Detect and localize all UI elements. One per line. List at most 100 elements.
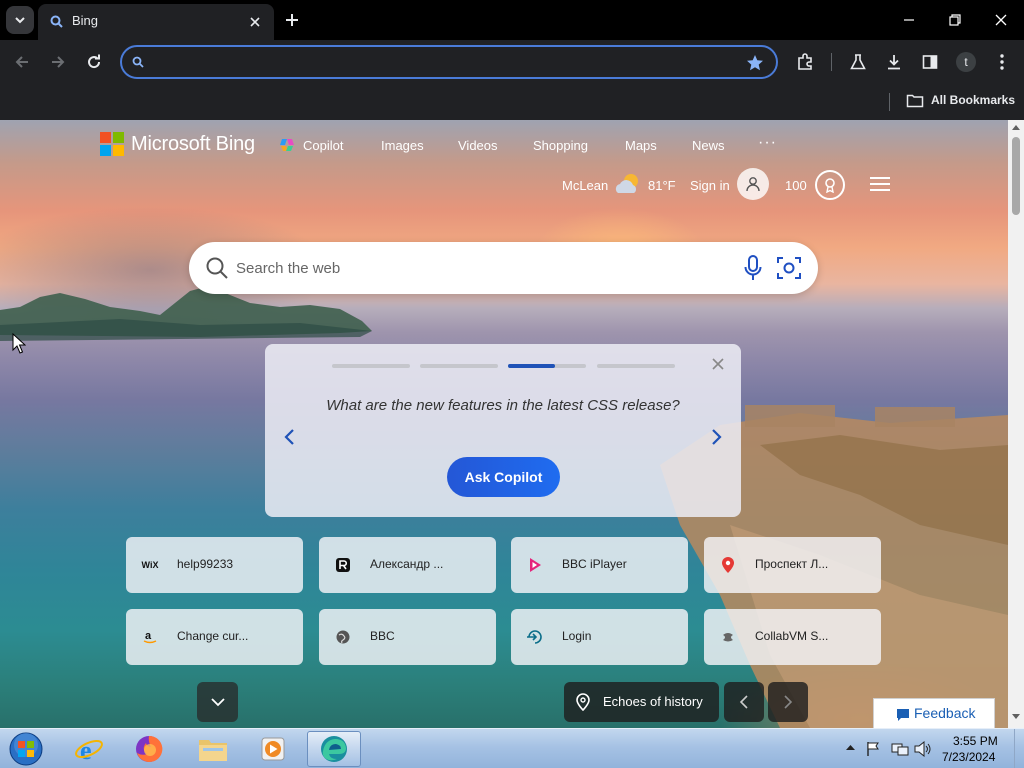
start-button[interactable] <box>6 730 46 768</box>
next-image-button[interactable] <box>768 682 808 722</box>
nav-copilot[interactable]: Copilot <box>303 138 343 153</box>
feedback-button[interactable]: Feedback <box>873 698 995 728</box>
wix-icon: WiX <box>141 560 159 570</box>
close-window-button[interactable] <box>978 0 1024 40</box>
quick-link-label: CollabVM S... <box>755 629 829 643</box>
hamburger-menu-icon[interactable] <box>869 176 891 192</box>
side-panel-button[interactable] <box>916 48 944 76</box>
taskbar-internet-explorer[interactable]: e <box>62 731 116 767</box>
clock-time[interactable]: 3:55 PM <box>953 734 998 748</box>
microsoft-logo-icon[interactable] <box>100 132 124 156</box>
minimize-icon <box>904 19 914 21</box>
downloads-button[interactable] <box>880 48 908 76</box>
taskbar-media-player[interactable] <box>246 731 300 767</box>
nav-shopping[interactable]: Shopping <box>533 138 588 153</box>
quick-link-tile[interactable]: Login <box>511 609 688 665</box>
nav-news[interactable]: News <box>692 138 725 153</box>
sign-in-link[interactable]: Sign in <box>690 178 730 193</box>
carousel-indicator[interactable] <box>597 364 675 368</box>
weather-temperature[interactable]: 81°F <box>648 178 676 193</box>
volume-icon[interactable] <box>914 741 932 757</box>
chevron-down-icon <box>15 17 25 24</box>
search-icon <box>132 56 144 68</box>
nav-videos[interactable]: Videos <box>458 138 498 153</box>
carousel-indicator[interactable] <box>420 364 498 368</box>
ask-copilot-button[interactable]: Ask Copilot <box>447 457 560 497</box>
svg-text:e: e <box>80 736 92 764</box>
chevron-right-icon <box>784 695 793 709</box>
search-input[interactable] <box>236 250 716 286</box>
browser-tab[interactable]: Bing <box>38 4 274 40</box>
taskbar-file-explorer[interactable] <box>186 731 240 767</box>
nav-more-button[interactable]: ··· <box>758 134 777 152</box>
quick-link-tile[interactable]: Проспект Л... <box>704 537 881 593</box>
taskbar-firefox[interactable] <box>122 731 176 767</box>
chevron-left-icon[interactable] <box>283 428 297 446</box>
image-info-button[interactable]: Echoes of history <box>564 682 719 722</box>
partly-cloudy-icon[interactable] <box>614 171 642 197</box>
clock-date[interactable]: 7/23/2024 <box>942 750 995 764</box>
puzzle-icon <box>798 53 812 70</box>
star-icon[interactable] <box>746 54 764 72</box>
show-hidden-icons-icon[interactable] <box>846 744 855 750</box>
quick-link-tile[interactable]: BBC iPlayer <box>511 537 688 593</box>
menu-button[interactable] <box>988 48 1016 76</box>
scroll-down-icon[interactable] <box>1012 714 1020 720</box>
feedback-label: Feedback <box>914 705 976 721</box>
page-scrollbar[interactable] <box>1008 120 1024 728</box>
carousel-prompt[interactable]: What are the new features in the latest … <box>325 394 681 418</box>
back-button[interactable] <box>8 48 36 76</box>
toolbar-divider <box>831 53 832 71</box>
taskbar-edge[interactable] <box>307 731 361 767</box>
minimize-button[interactable] <box>886 0 932 40</box>
rewards-points[interactable]: 100 <box>785 178 807 193</box>
previous-image-button[interactable] <box>724 682 764 722</box>
nav-images[interactable]: Images <box>381 138 424 153</box>
labs-button[interactable] <box>844 48 872 76</box>
expand-feed-button[interactable] <box>197 682 238 722</box>
visual-search-icon[interactable] <box>776 255 802 281</box>
tab-close-button[interactable] <box>246 13 264 31</box>
carousel-indicator-active[interactable] <box>508 364 586 368</box>
collabvm-icon <box>718 627 738 647</box>
restore-button[interactable] <box>932 0 978 40</box>
bing-brand[interactable]: Microsoft Bing <box>131 133 255 156</box>
chevron-right-icon[interactable] <box>709 428 723 446</box>
bbc-iplayer-icon <box>525 555 545 575</box>
image-caption: Echoes of history <box>603 694 703 709</box>
quick-link-tile[interactable]: BBC <box>319 609 496 665</box>
extensions-button[interactable] <box>791 48 819 76</box>
tab-search-button[interactable] <box>6 6 34 34</box>
all-bookmarks-link[interactable]: All Bookmarks <box>931 93 1015 107</box>
firefox-icon <box>136 735 163 762</box>
new-tab-button[interactable] <box>281 9 303 31</box>
quick-link-tile[interactable]: a Change cur... <box>126 609 303 665</box>
location-pin-icon <box>576 693 590 711</box>
carousel-indicator[interactable] <box>332 364 410 368</box>
quick-link-label: Change cur... <box>177 629 249 643</box>
bing-homepage: Microsoft Bing Copilot Images Videos Sho… <box>0 120 1008 728</box>
microphone-icon[interactable] <box>744 255 762 281</box>
scrollbar-thumb[interactable] <box>1012 137 1020 215</box>
r-app-icon <box>333 555 353 575</box>
internet-explorer-icon: e <box>75 736 103 764</box>
nav-maps[interactable]: Maps <box>625 138 657 153</box>
show-desktop-button[interactable] <box>1014 729 1024 768</box>
forward-button[interactable] <box>44 48 72 76</box>
edge-icon <box>321 736 347 762</box>
reload-button[interactable] <box>80 48 108 76</box>
address-bar[interactable] <box>120 45 778 79</box>
close-icon[interactable] <box>711 357 725 371</box>
action-center-flag-icon[interactable] <box>866 741 880 757</box>
weather-location[interactable]: McLean <box>562 178 608 193</box>
trophy-icon <box>825 178 835 193</box>
account-avatar[interactable] <box>737 168 769 200</box>
rewards-button[interactable] <box>815 170 845 200</box>
scroll-up-icon[interactable] <box>1012 124 1020 130</box>
bookmarks-divider <box>889 93 890 111</box>
network-icon[interactable] <box>891 741 909 757</box>
quick-link-tile[interactable]: WiX help99233 <box>126 537 303 593</box>
quick-link-tile[interactable]: CollabVM S... <box>704 609 881 665</box>
profile-button[interactable]: t <box>952 48 980 76</box>
quick-link-tile[interactable]: Александр ... <box>319 537 496 593</box>
